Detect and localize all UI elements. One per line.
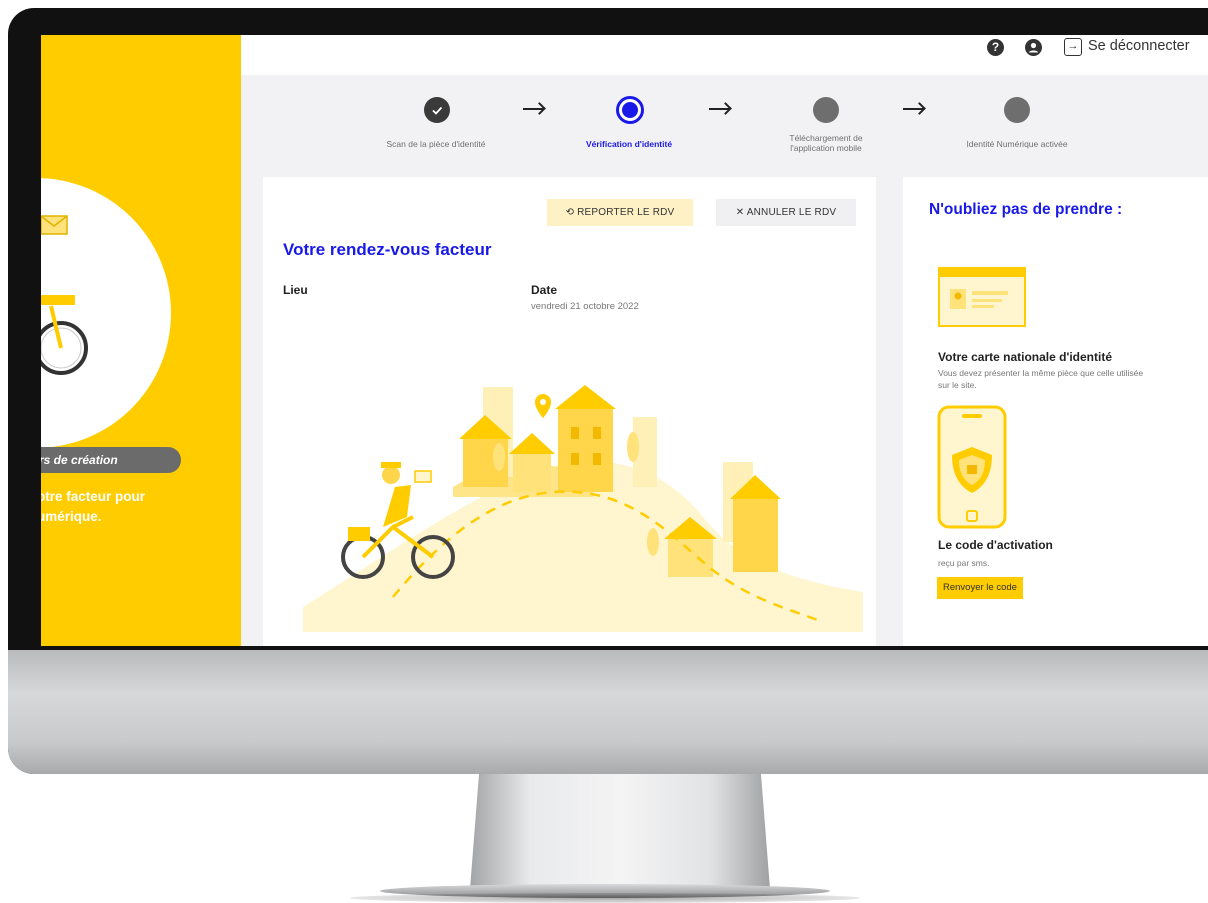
left-info-panel: rs de création otre facteur pour umériqu… bbox=[41, 35, 241, 646]
activation-code-title: Le code d'activation bbox=[938, 538, 1053, 552]
left-panel-text: otre facteur pour umérique. bbox=[41, 489, 146, 524]
reminder-card: N'oubliez pas de prendre : Votre carte n… bbox=[903, 177, 1208, 646]
user-circle-icon[interactable] bbox=[1025, 39, 1042, 56]
reminder-title: N'oubliez pas de prendre : bbox=[929, 201, 1123, 218]
id-card-icon bbox=[938, 267, 1026, 327]
logout-link[interactable]: Se déconnecter bbox=[1088, 38, 1190, 54]
id-card-text: Vous devez présenter la même pièce que c… bbox=[938, 368, 1144, 390]
arrow-right-icon bbox=[903, 108, 923, 110]
date-value: vendredi 21 octobre 2022 bbox=[531, 301, 639, 312]
appointment-title: Votre rendez-vous facteur bbox=[283, 240, 492, 259]
step-1-check-icon bbox=[424, 97, 450, 123]
postman-bike-illustration bbox=[41, 215, 88, 375]
monitor-shadow bbox=[350, 893, 860, 903]
close-icon: ✕ bbox=[735, 207, 745, 218]
top-bar: ? → Se déconnecter bbox=[241, 35, 1208, 75]
question-circle-icon[interactable]: ? bbox=[987, 39, 1004, 56]
app-screen: rs de création otre facteur pour umériqu… bbox=[41, 35, 1208, 646]
step-3-pending-icon bbox=[813, 97, 839, 123]
activation-code-text: reçu par sms. bbox=[938, 558, 990, 568]
history-icon: ⟲ bbox=[565, 207, 575, 218]
arrow-right-icon bbox=[709, 108, 729, 110]
id-card-title: Votre carte nationale d'identité bbox=[938, 350, 1112, 364]
monitor-stand bbox=[470, 774, 770, 889]
step-4-label: Identité Numérique activée bbox=[966, 139, 1068, 149]
smartphone-shield-icon bbox=[937, 405, 1007, 529]
step-4-pending-icon bbox=[1004, 97, 1030, 123]
step-1-label: Scan de la pièce d'identité bbox=[386, 139, 486, 149]
step-2-active-icon bbox=[616, 96, 644, 124]
resend-code-button[interactable]: Renvoyer le code bbox=[937, 577, 1023, 599]
town-delivery-illustration bbox=[303, 385, 863, 632]
reschedule-button[interactable]: ⟲ REPORTER LE RDV bbox=[547, 199, 693, 226]
appointment-card: ⟲ REPORTER LE RDV ✕ ANNULER LE RDV Votre… bbox=[263, 177, 876, 646]
monitor-chin bbox=[8, 650, 1208, 774]
step-2-label: Vérification d'identité bbox=[585, 139, 673, 149]
step-3-label: Téléchargement de l'application mobile bbox=[789, 133, 863, 153]
place-label: Lieu bbox=[283, 283, 308, 297]
left-illustration-circle bbox=[41, 178, 171, 448]
cancel-appointment-button[interactable]: ✕ ANNULER LE RDV bbox=[716, 199, 856, 226]
arrow-right-icon bbox=[523, 108, 543, 110]
date-label: Date bbox=[531, 283, 558, 297]
status-pill: rs de création bbox=[41, 447, 181, 473]
sign-out-icon[interactable]: → bbox=[1064, 38, 1082, 56]
